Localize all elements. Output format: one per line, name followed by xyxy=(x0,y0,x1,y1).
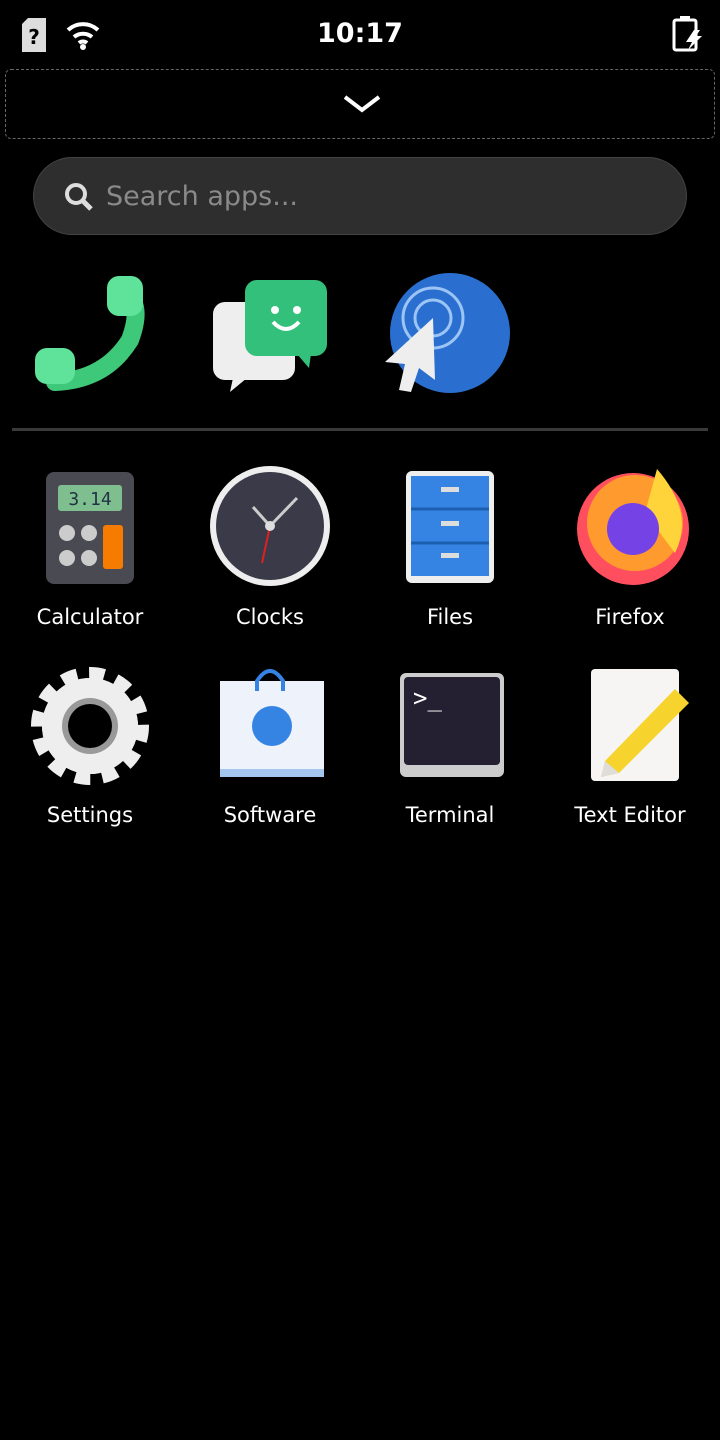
search-icon xyxy=(65,183,93,211)
app-label: Software xyxy=(223,803,317,827)
web-browser-icon xyxy=(385,273,510,393)
svg-text:>_: >_ xyxy=(413,684,442,712)
app-label: Calculator xyxy=(36,605,144,629)
search-field[interactable] xyxy=(33,157,687,235)
app-label: Firefox xyxy=(595,605,665,629)
app-label: Files xyxy=(426,605,474,629)
terminal-icon: >_ xyxy=(400,673,504,777)
settings-gear-icon xyxy=(31,667,149,785)
favorites-separator xyxy=(12,428,708,431)
files-icon xyxy=(406,471,494,583)
app-clocks[interactable]: Clocks xyxy=(180,463,360,629)
app-label: Terminal xyxy=(405,803,495,827)
svg-text:3.14: 3.14 xyxy=(68,489,111,510)
phone-icon xyxy=(35,276,145,391)
clock-time: 10:17 xyxy=(317,18,403,49)
app-label: Settings xyxy=(46,803,134,827)
favorite-phone[interactable] xyxy=(25,270,155,400)
calculator-icon: 3.14 xyxy=(46,472,134,584)
app-software[interactable]: Software xyxy=(180,661,360,827)
software-bag-icon xyxy=(220,669,324,777)
app-calculator[interactable]: 3.14 Calculator xyxy=(0,463,180,629)
app-settings[interactable]: Settings xyxy=(0,661,180,827)
favorite-web-browser[interactable] xyxy=(385,270,515,400)
app-files[interactable]: Files xyxy=(360,463,540,629)
favorite-chats[interactable] xyxy=(205,270,335,400)
app-firefox[interactable]: Firefox xyxy=(540,463,720,629)
text-editor-icon xyxy=(591,669,689,781)
chevron-down-icon xyxy=(343,95,381,113)
app-terminal[interactable]: >_ Terminal xyxy=(360,661,540,827)
firefox-icon xyxy=(577,469,689,585)
app-label: Clocks xyxy=(236,605,304,629)
status-bar: ? 10:17 xyxy=(0,0,720,68)
battery-charging-icon xyxy=(672,16,702,52)
drawer-handle[interactable] xyxy=(5,69,715,139)
search-input[interactable] xyxy=(106,176,666,216)
chats-icon xyxy=(213,280,327,392)
clocks-icon xyxy=(210,466,330,586)
app-text-editor[interactable]: Text Editor xyxy=(540,661,720,827)
app-label: Text Editor xyxy=(574,803,686,827)
